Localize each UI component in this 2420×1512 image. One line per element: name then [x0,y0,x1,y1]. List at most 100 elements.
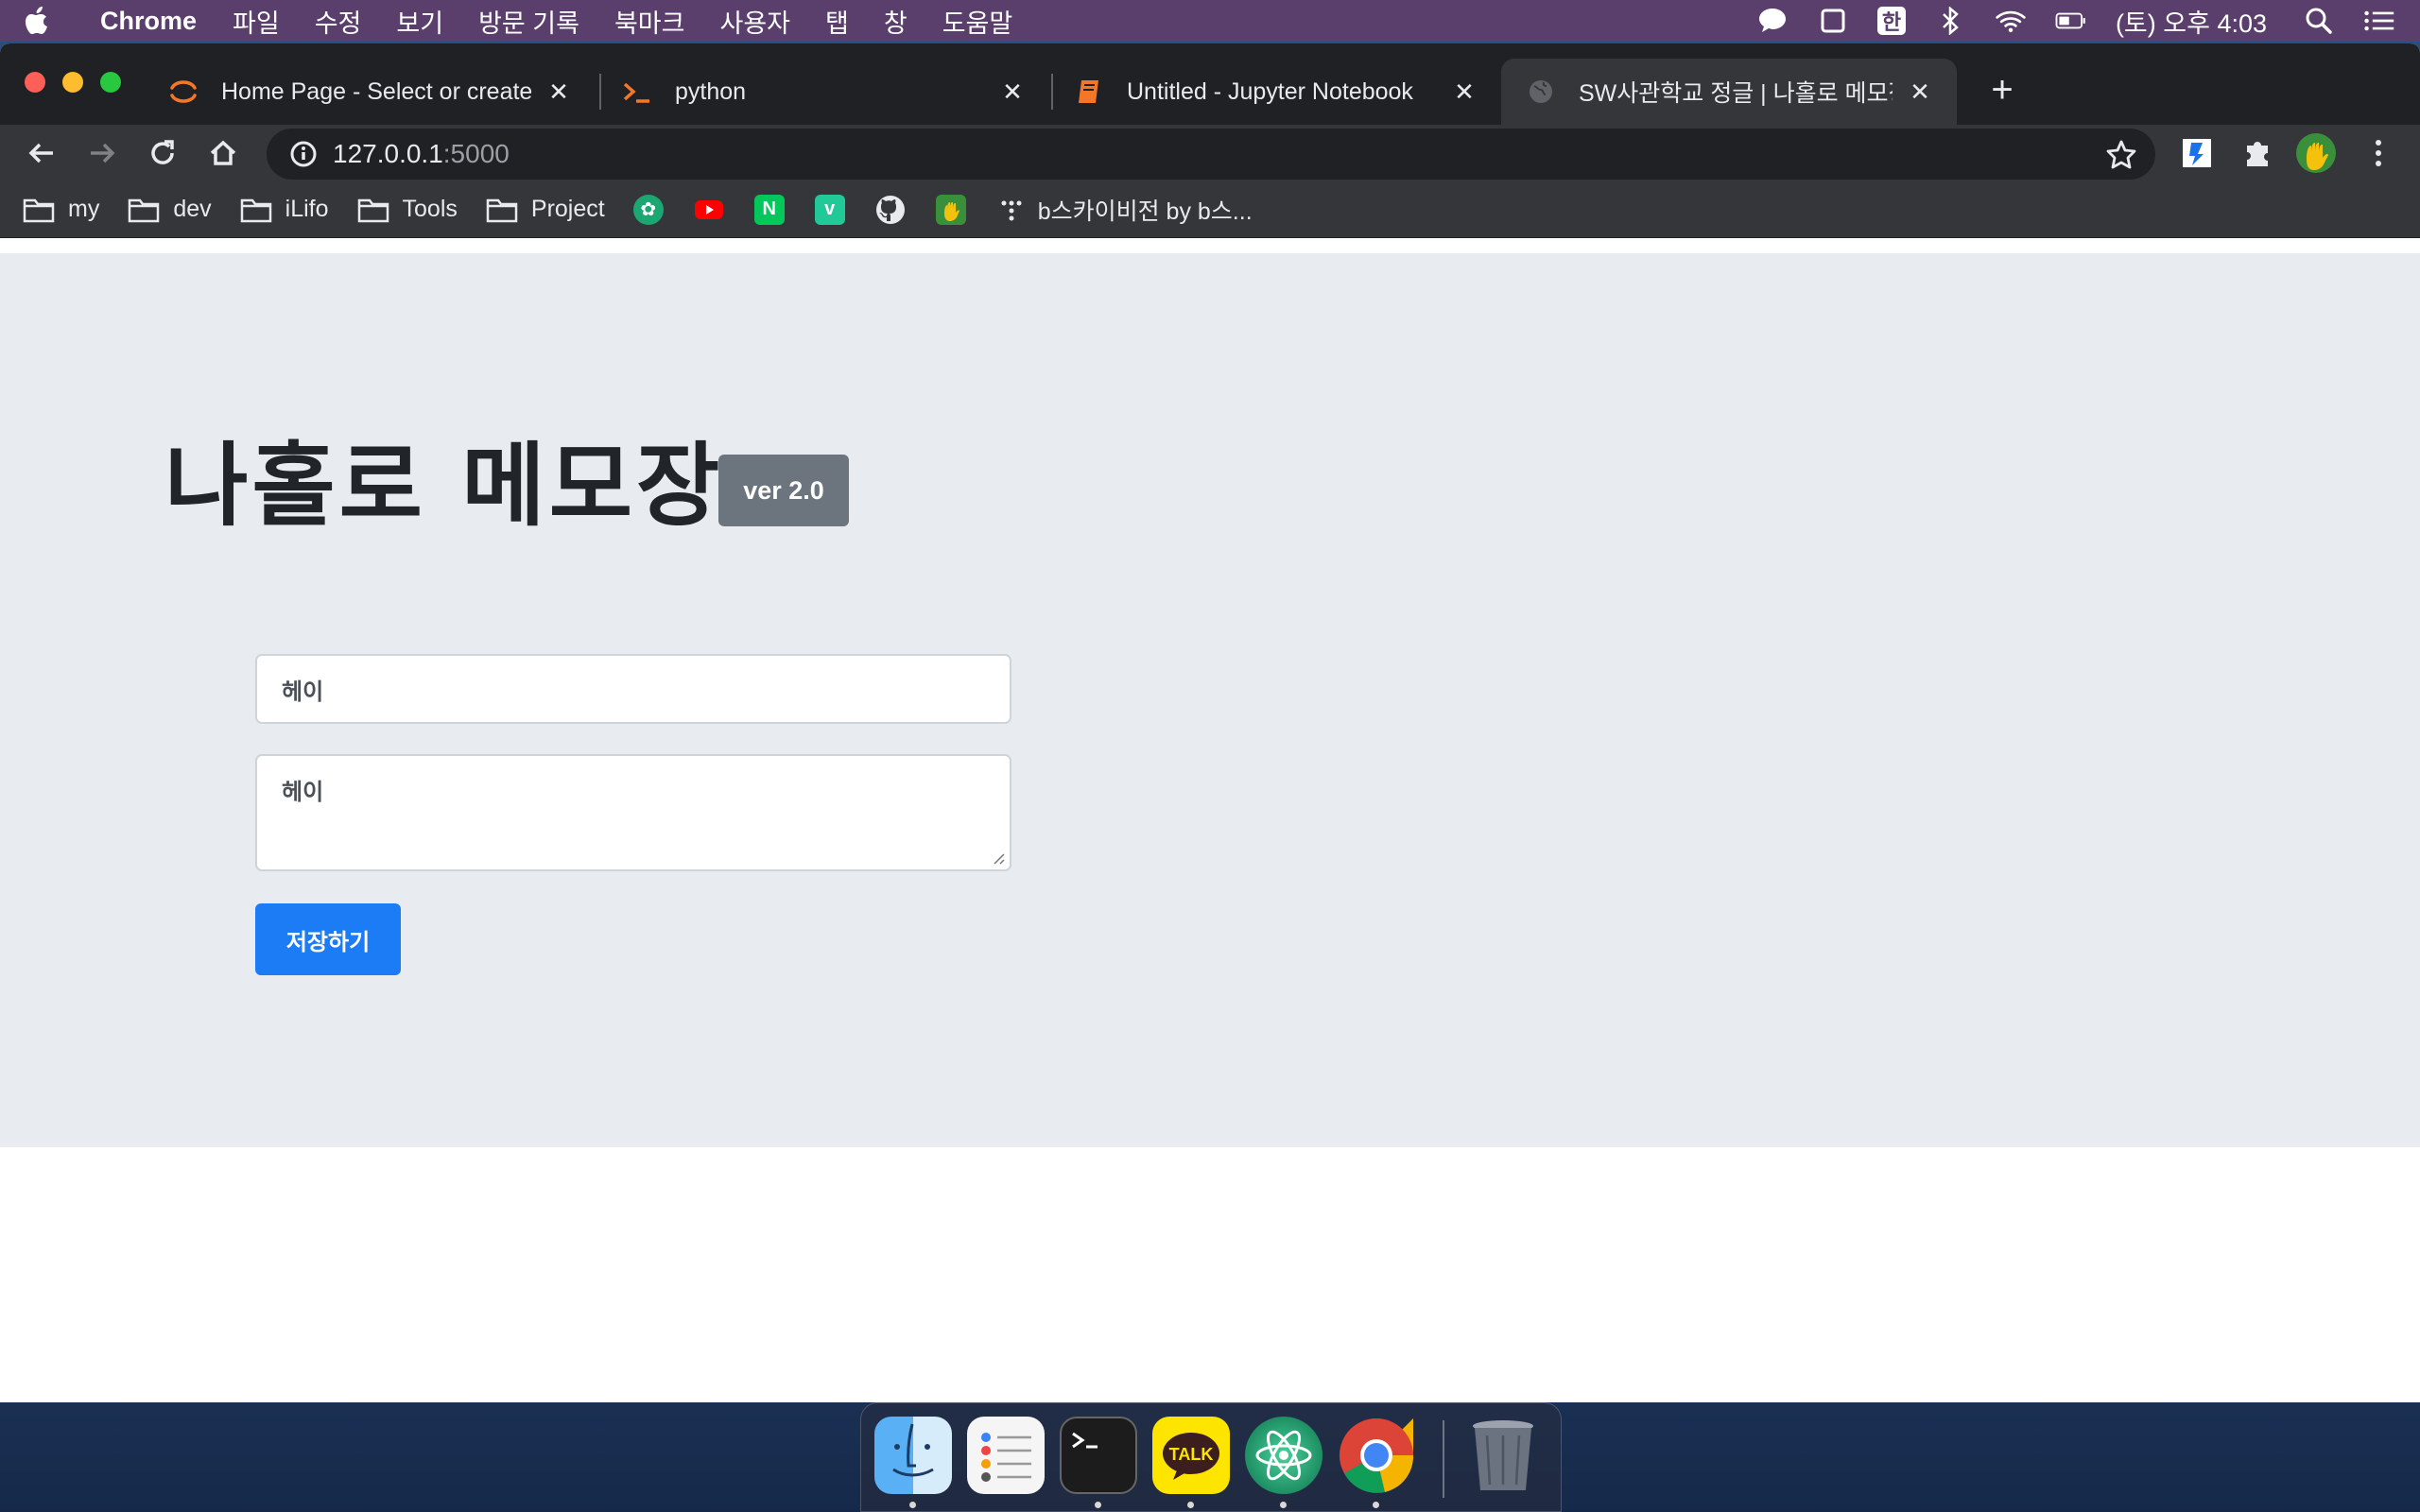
tab-title: SW사관학교 정글 | 나홀로 메모장 [1579,80,1893,107]
zoom-window-button[interactable] [100,72,121,93]
folder-icon [486,198,518,222]
menu-people[interactable]: 사용자 [719,3,790,40]
tab-jupyter-notebook[interactable]: Untitled - Jupyter Notebook ✕ [1049,59,1501,125]
bookmark-green-logo-icon[interactable]: ✿ [632,194,664,225]
close-window-button[interactable] [25,72,45,93]
window-controls [25,72,121,93]
bookmark-label: Project [530,196,605,222]
back-button[interactable] [21,132,62,174]
tab-memo-app[interactable]: SW사관학교 정글 | 나홀로 메모장 ✕ [1501,59,1957,125]
macos-menu-bar: Chrome 파일 수정 보기 방문 기록 북마크 사용자 탭 창 도움말 한 … [0,0,2420,42]
finder-icon[interactable] [874,1417,952,1494]
bookmark-bskyvision[interactable]: b스카이비전 by b스... [1038,193,1253,227]
folder-icon [357,198,389,222]
memo-content-text: 헤이 [282,779,324,805]
velog-icon[interactable]: v [814,194,845,225]
reminders-icon[interactable] [967,1417,1045,1494]
trash-icon[interactable] [1464,1417,1542,1494]
more-menu-icon[interactable] [2358,132,2399,174]
address-bar[interactable]: 127.0.0.1:5000 [267,129,2155,180]
hand-logo-icon[interactable] [935,194,966,225]
save-button[interactable]: 저장하기 [255,903,401,975]
input-method-badge[interactable]: 한 [1876,7,1906,35]
chrome-icon[interactable] [1338,1417,1415,1494]
tab-python[interactable]: python ✕ [597,59,1049,125]
svg-text:TALK: TALK [1169,1445,1214,1464]
kakaotalk-icon[interactable]: TALK [1152,1417,1230,1494]
screen-mirror-icon[interactable] [1817,5,1849,37]
wifi-icon[interactable] [1995,5,2027,37]
running-indicator [1373,1502,1379,1508]
extensions-puzzle-icon[interactable] [2237,132,2278,174]
bookmark-folder-my[interactable]: my [23,196,99,223]
bookmark-label: my [68,196,100,222]
version-badge: ver 2.0 [718,455,849,526]
close-icon[interactable]: ✕ [1452,77,1477,106]
minimize-window-button[interactable] [62,72,83,93]
close-icon[interactable]: ✕ [546,77,571,106]
close-icon[interactable]: ✕ [1000,77,1025,106]
notification-center-icon[interactable] [2363,5,2395,37]
menu-history[interactable]: 방문 기록 [478,3,579,40]
menubar-clock[interactable]: (토) 오후 4:03 [2116,3,2267,40]
bookmark-star-icon[interactable] [2106,139,2136,169]
github-icon[interactable] [875,195,906,225]
globe-icon [1526,77,1556,107]
running-indicator [1095,1502,1101,1508]
menu-edit[interactable]: 수정 [315,3,362,40]
terminal-app-icon[interactable] [1060,1417,1137,1494]
url-port: :5000 [442,139,510,168]
close-icon[interactable]: ✕ [1908,77,1932,106]
bookmark-label: dev [173,196,212,222]
spotlight-search-icon[interactable] [2303,5,2335,37]
naver-icon[interactable]: N [753,194,785,225]
dock-separator [1443,1420,1444,1498]
menu-file[interactable]: 파일 [233,3,280,40]
notebook-icon [1074,77,1104,107]
battery-icon[interactable] [2055,5,2087,37]
bookmark-folder-project[interactable]: Project [486,196,605,223]
url-host: 127.0.0.1 [333,139,443,168]
tab-title: Home Page - Select or create a [221,77,531,105]
tab-title: Untitled - Jupyter Notebook [1127,77,1413,105]
bluetooth-icon[interactable] [1934,5,1966,37]
terminal-icon [622,77,652,107]
forward-button[interactable] [81,132,123,174]
menu-bookmarks[interactable]: 북마크 [614,3,685,40]
home-button[interactable] [202,132,244,174]
folder-icon [23,198,55,222]
bookmark-folder-tools[interactable]: Tools [357,196,458,223]
chrome-window: Home Page - Select or create a ✕ python … [0,43,2420,1402]
resize-handle-icon[interactable] [991,850,1006,866]
bookmark-folder-ilifo[interactable]: iLifo [240,196,329,223]
menu-tab[interactable]: 탭 [825,3,849,40]
browser-toolbar: 127.0.0.1:5000 [0,125,2420,181]
menu-help[interactable]: 도움말 [942,3,1013,40]
memo-content-textarea[interactable]: 헤이 [255,754,1011,871]
apple-icon[interactable] [25,5,53,37]
bookmarks-bar: my dev iLifo Tools Project ✿ N v b스카이비전 … [0,181,2420,238]
atom-editor-icon[interactable] [1245,1417,1322,1494]
running-indicator [909,1502,916,1508]
running-indicator [1187,1502,1194,1508]
site-info-icon[interactable] [289,140,318,168]
app-name[interactable]: Chrome [100,7,197,36]
profile-avatar[interactable] [2295,132,2337,174]
youtube-icon[interactable] [694,195,724,225]
running-indicator [1280,1502,1287,1508]
reload-button[interactable] [142,132,183,174]
new-tab-button[interactable]: + [1980,68,2024,112]
jupyter-icon [168,77,199,107]
message-bubble-icon[interactable] [1756,5,1789,37]
menu-window[interactable]: 창 [884,3,908,40]
bookmark-label: Tools [402,196,458,222]
memo-page: 나홀로 메모장 ver 2.0 헤이 헤이 저장하기 [0,253,2420,1147]
tab-jupyter-home[interactable]: Home Page - Select or create a ✕ [144,59,596,125]
tab-title: python [675,77,747,105]
menu-view[interactable]: 보기 [396,3,443,40]
bookmark-label: iLifo [285,196,329,222]
page-title: 나홀로 메모장 [164,433,724,539]
bookmark-folder-dev[interactable]: dev [128,196,212,223]
extension-ribbon-icon[interactable] [2176,132,2218,174]
memo-title-input[interactable]: 헤이 [255,654,1011,724]
